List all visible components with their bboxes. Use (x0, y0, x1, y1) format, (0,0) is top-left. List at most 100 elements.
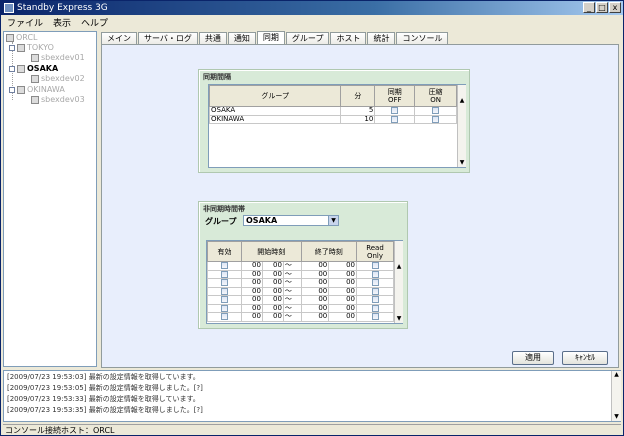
end-hour-cell[interactable]: 00 (300, 312, 330, 322)
tab-notify[interactable]: 通知 (227, 32, 256, 44)
cancel-button[interactable]: ｷｬﾝｾﾙ (562, 351, 608, 365)
start-minute-cell[interactable]: 00 (261, 261, 284, 271)
tree-child-sbexdev03[interactable]: sbexdev03 (31, 95, 85, 104)
tree-child-sbexdev02[interactable]: sbexdev02 (31, 74, 85, 83)
start-hour-cell[interactable]: 00 (241, 303, 263, 313)
col-header-minutes[interactable]: 分 (340, 85, 376, 107)
tree-node-osaka[interactable]: OSAKA (9, 64, 58, 73)
tree-node-tokyo[interactable]: TOKYO (9, 43, 54, 52)
async-time-scrollbar[interactable]: ▲ ▼ (394, 241, 403, 323)
readonly-checkbox[interactable] (371, 287, 379, 295)
apply-button[interactable]: 適用 (512, 351, 554, 365)
table-row[interactable]: 00 00 ～ 00 00 (207, 286, 394, 296)
cell-minutes[interactable]: 10 (340, 114, 376, 124)
table-row[interactable]: OKINAWA 10 (208, 114, 457, 124)
start-hour-cell[interactable]: 00 (241, 295, 263, 305)
scroll-down-icon[interactable]: ▼ (458, 159, 466, 167)
start-minute-cell[interactable]: 00 (261, 286, 284, 296)
end-hour-cell[interactable]: 00 (300, 295, 330, 305)
table-row[interactable]: 00 00 ～ 00 00 (207, 312, 394, 322)
col-header-group[interactable]: グループ (208, 85, 342, 107)
readonly-checkbox[interactable] (371, 304, 379, 312)
table-row[interactable]: OSAKA 5 (208, 106, 457, 116)
end-hour-cell[interactable]: 00 (300, 278, 330, 288)
enabled-checkbox[interactable] (221, 279, 228, 286)
start-minute-cell[interactable]: 00 (261, 295, 284, 305)
start-minute-cell[interactable]: 00 (261, 303, 284, 313)
end-minute-cell[interactable]: 00 (328, 286, 357, 296)
end-minute-cell[interactable]: 00 (328, 261, 357, 271)
end-minute-cell[interactable]: 00 (328, 269, 357, 279)
tab-main[interactable]: メイン (101, 32, 137, 44)
table-row[interactable]: 00 00 ～ 00 00 (207, 303, 394, 313)
maximize-button[interactable]: □ (596, 2, 608, 13)
readonly-checkbox[interactable] (371, 279, 379, 286)
enabled-checkbox[interactable] (221, 262, 228, 269)
col-header-enabled[interactable]: 有効 (207, 241, 242, 262)
cell-minutes[interactable]: 5 (340, 106, 376, 116)
start-hour-cell[interactable]: 00 (241, 278, 263, 288)
col-header-compress[interactable]: 圧縮 ON (414, 85, 457, 107)
end-hour-cell[interactable]: 00 (300, 286, 330, 296)
sync-off-checkbox[interactable] (391, 115, 399, 123)
group-select[interactable]: OSAKA ▼ (243, 215, 339, 226)
tab-server-log[interactable]: サーバ・ログ (138, 32, 198, 44)
tab-common[interactable]: 共通 (198, 32, 227, 44)
cell-group[interactable]: OSAKA (208, 106, 342, 116)
start-minute-cell[interactable]: 00 (261, 269, 284, 279)
scroll-up-icon[interactable]: ▲ (395, 263, 403, 271)
expand-icon[interactable] (9, 65, 15, 72)
enabled-checkbox[interactable] (221, 296, 228, 303)
end-minute-cell[interactable]: 00 (328, 295, 357, 305)
start-minute-cell[interactable]: 00 (261, 278, 284, 288)
end-minute-cell[interactable]: 00 (328, 303, 357, 313)
cell-group[interactable]: OKINAWA (208, 114, 342, 124)
start-minute-cell[interactable]: 00 (261, 312, 284, 322)
sync-off-checkbox[interactable] (391, 107, 399, 114)
end-hour-cell[interactable]: 00 (300, 303, 330, 313)
enabled-checkbox[interactable] (221, 270, 228, 278)
start-hour-cell[interactable]: 00 (241, 286, 263, 296)
menu-help[interactable]: ヘルプ (79, 16, 110, 29)
end-minute-cell[interactable]: 00 (328, 278, 357, 288)
start-hour-cell[interactable]: 00 (241, 312, 263, 322)
expand-icon[interactable] (9, 86, 15, 93)
enabled-checkbox[interactable] (221, 313, 228, 320)
table-row[interactable]: 00 00 ～ 00 00 (207, 278, 394, 288)
readonly-checkbox[interactable] (371, 296, 379, 303)
compress-on-checkbox[interactable] (432, 107, 440, 114)
tab-stats[interactable]: 統計 (367, 32, 396, 44)
tab-console[interactable]: コンソール (396, 32, 449, 44)
end-minute-cell[interactable]: 00 (328, 312, 357, 322)
tab-host[interactable]: ホスト (330, 32, 367, 44)
readonly-checkbox[interactable] (371, 262, 379, 269)
end-hour-cell[interactable]: 00 (300, 269, 330, 279)
enabled-checkbox[interactable] (221, 304, 228, 312)
enabled-checkbox[interactable] (221, 287, 228, 295)
scroll-down-icon[interactable]: ▼ (395, 315, 403, 323)
compress-on-checkbox[interactable] (432, 115, 440, 123)
close-button[interactable]: x (609, 2, 621, 13)
col-header-start[interactable]: 開始時刻 (241, 241, 302, 262)
col-header-sync-off[interactable]: 同期 OFF (374, 85, 416, 107)
start-hour-cell[interactable]: 00 (241, 269, 263, 279)
tree-node-okinawa[interactable]: OKINAWA (9, 85, 65, 94)
table-row[interactable]: 00 00 ～ 00 00 (207, 261, 394, 271)
sync-interval-scrollbar[interactable]: ▲ ▼ (457, 85, 466, 167)
table-row[interactable]: 00 00 ～ 00 00 (207, 269, 394, 279)
col-header-end[interactable]: 終了時刻 (300, 241, 358, 262)
tab-sync[interactable]: 同期 (256, 31, 285, 44)
menu-view[interactable]: 表示 (51, 16, 73, 29)
readonly-checkbox[interactable] (371, 313, 379, 320)
tree-child-sbexdev01[interactable]: sbexdev01 (31, 53, 85, 62)
start-hour-cell[interactable]: 00 (241, 261, 263, 271)
chevron-down-icon[interactable]: ▼ (328, 216, 338, 225)
tree-root[interactable]: ORCL (6, 33, 38, 42)
tab-group[interactable]: グループ (285, 32, 330, 44)
log-scrollbar[interactable]: ▲ ▼ (611, 371, 621, 421)
expand-icon[interactable] (9, 44, 15, 51)
minimize-button[interactable]: _ (583, 2, 595, 13)
table-row[interactable]: 00 00 ～ 00 00 (207, 295, 394, 305)
menu-file[interactable]: ファイル (5, 16, 45, 29)
scroll-up-icon[interactable]: ▲ (458, 97, 466, 105)
